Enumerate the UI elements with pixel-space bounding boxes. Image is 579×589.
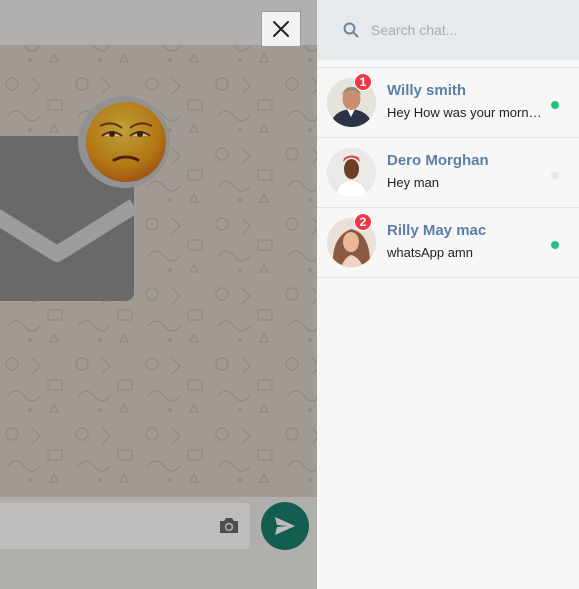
- unread-badge: 2: [354, 213, 372, 231]
- close-icon: [273, 21, 289, 37]
- chat-list-panel: 1 Willy smith Hey How was your morning D…: [317, 0, 579, 589]
- online-status-dot: [551, 241, 559, 249]
- contact-name: Willy smith: [387, 82, 467, 99]
- avatar: [327, 148, 376, 197]
- search-bar: [317, 0, 579, 60]
- unread-badge: 1: [354, 73, 372, 91]
- message-preview: whatsApp amn: [387, 245, 473, 260]
- emoji-sticker: [78, 96, 170, 188]
- send-icon: [275, 517, 295, 535]
- app-window: 1 Willy smith Hey How was your morning D…: [0, 0, 579, 589]
- camera-icon[interactable]: [218, 516, 240, 535]
- contact-item[interactable]: 1 Willy smith Hey How was your morning: [317, 68, 579, 138]
- contact-name: Dero Morghan: [387, 152, 489, 169]
- search-icon: [343, 22, 359, 38]
- contact-name: Rilly May mac: [387, 222, 487, 239]
- send-button[interactable]: [261, 502, 309, 550]
- message-input[interactable]: [0, 503, 250, 549]
- chat-area: [0, 0, 317, 589]
- message-preview: Hey How was your morning: [387, 105, 543, 120]
- contact-item[interactable]: 2 Rilly May mac whatsApp amn: [317, 208, 579, 278]
- offline-status-dot: [551, 171, 559, 179]
- message-preview: Hey man: [387, 175, 440, 190]
- search-input[interactable]: [371, 18, 561, 42]
- close-button[interactable]: [261, 11, 301, 47]
- contact-item[interactable]: Dero Morghan Hey man: [317, 138, 579, 208]
- online-status-dot: [551, 101, 559, 109]
